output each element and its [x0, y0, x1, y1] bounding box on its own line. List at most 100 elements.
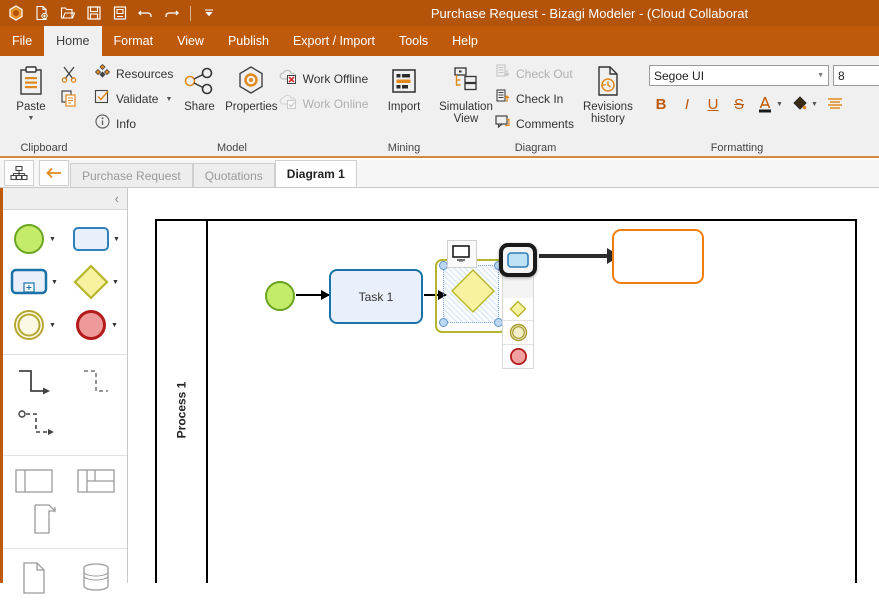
new-document-icon[interactable]	[30, 2, 54, 24]
font-color-button[interactable]	[753, 92, 777, 116]
properties-icon	[234, 63, 268, 99]
cut-button[interactable]	[58, 64, 80, 84]
italic-button[interactable]: I	[675, 92, 699, 116]
gateway-1[interactable]	[451, 269, 495, 313]
model-group-label: Model	[217, 141, 247, 154]
message-flow-connector[interactable]	[69, 367, 123, 401]
end-event-shape[interactable]: ▼	[69, 308, 123, 342]
tab-export-import[interactable]: Export / Import	[281, 26, 387, 56]
gateway-shape[interactable]: ▼	[69, 264, 123, 300]
work-offline-button[interactable]: Work Offline	[279, 68, 370, 90]
doc-tab-purchase-request[interactable]: Purchase Request	[70, 163, 193, 187]
start-event-shape[interactable]: ▼	[7, 222, 61, 256]
task-shape[interactable]: ▼	[69, 224, 123, 254]
open-document-icon[interactable]	[56, 2, 80, 24]
diagram-canvas[interactable]: Process 1 Task 1	[129, 188, 879, 583]
palette-section-containers	[3, 456, 127, 549]
comments-button[interactable]: Comments	[494, 113, 583, 135]
redo-icon[interactable]	[160, 2, 184, 24]
tab-tools[interactable]: Tools	[387, 26, 440, 56]
align-text-button[interactable]	[823, 92, 847, 116]
simulation-view-button[interactable]: Simulation View	[438, 60, 494, 125]
tab-view[interactable]: View	[165, 26, 216, 56]
properties-button[interactable]: Properties	[224, 60, 279, 113]
intermediate-event-caret-icon[interactable]: ▼	[49, 322, 56, 329]
fill-color-caret-icon[interactable]: ▼	[811, 101, 818, 108]
sequence-flow-1[interactable]	[296, 290, 330, 300]
collapse-palette-icon[interactable]: ‹	[115, 191, 119, 206]
check-in-button[interactable]: Check In	[494, 88, 583, 110]
paste-button[interactable]: Paste ▼	[6, 60, 56, 122]
picker-end-event-option[interactable]	[503, 344, 533, 368]
validate-caret-icon[interactable]: ▼	[165, 96, 172, 103]
end-event-caret-icon[interactable]: ▼	[111, 322, 118, 329]
back-button[interactable]	[39, 160, 69, 186]
task-1-label: Task 1	[358, 289, 394, 304]
import-icon	[389, 63, 419, 99]
revisions-history-icon	[594, 63, 622, 99]
work-offline-label: Work Offline	[302, 72, 369, 86]
tab-help[interactable]: Help	[440, 26, 490, 56]
tab-format[interactable]: Format	[102, 26, 166, 56]
copy-button[interactable]	[58, 88, 80, 108]
pool-shape[interactable]	[7, 468, 61, 494]
simulation-view-icon	[449, 63, 483, 99]
tab-publish[interactable]: Publish	[216, 26, 281, 56]
validate-button[interactable]: Validate ▼	[94, 88, 175, 110]
fill-color-button[interactable]	[788, 92, 812, 116]
ribbon: Paste ▼ Clipboard Resources Validate ▼ I…	[0, 56, 879, 158]
doc-tab-quotations[interactable]: Quotations	[192, 163, 275, 187]
lane-header[interactable]: Process 1	[157, 221, 208, 583]
share-label: Share	[184, 101, 215, 113]
chevron-down-icon[interactable]	[197, 2, 221, 24]
lane-shape[interactable]	[69, 468, 123, 494]
start-event[interactable]	[265, 281, 295, 311]
share-button[interactable]: Share	[175, 60, 224, 113]
app-logo-icon[interactable]	[4, 2, 28, 24]
start-event-caret-icon[interactable]: ▼	[49, 236, 56, 243]
subprocess-caret-icon[interactable]: ▼	[51, 279, 58, 286]
picker-task-option[interactable]	[499, 243, 537, 277]
work-offline-icon	[279, 68, 298, 90]
tab-home[interactable]: Home	[44, 26, 102, 56]
annotation-shape[interactable]	[19, 502, 73, 536]
chevron-down-icon[interactable]: ▼	[817, 72, 824, 79]
resources-button[interactable]: Resources	[94, 63, 175, 85]
gateway-caret-icon[interactable]: ▼	[112, 279, 119, 286]
font-color-caret-icon[interactable]: ▼	[776, 101, 783, 108]
task-1[interactable]: Task 1	[329, 269, 423, 324]
font-family-select[interactable]: Segoe UI ▼	[649, 65, 829, 86]
data-object-shape[interactable]	[7, 561, 61, 595]
strikethrough-button[interactable]: S	[727, 92, 751, 116]
ribbon-group-diagram: Simulation View Check Out Check In Comme…	[432, 56, 639, 156]
doc-tab-diagram-1[interactable]: Diagram 1	[274, 160, 357, 187]
shape-palette: ‹ ▼ ▼ ▼ ▼ ▼ ▼	[0, 188, 128, 594]
save-icon[interactable]	[82, 2, 106, 24]
revisions-history-button[interactable]: Revisions history	[583, 60, 633, 125]
resize-handle-sw[interactable]	[439, 318, 448, 327]
paste-label: Paste	[16, 101, 46, 113]
info-button[interactable]: Info	[94, 113, 175, 135]
tab-file[interactable]: File	[0, 26, 44, 56]
paste-caret-icon[interactable]: ▼	[28, 115, 35, 122]
underline-button[interactable]: U	[701, 92, 725, 116]
undo-icon[interactable]	[134, 2, 158, 24]
diagram-view-button[interactable]	[4, 160, 34, 186]
picker-gateway-option[interactable]	[503, 298, 533, 322]
save-as-icon[interactable]	[108, 2, 132, 24]
title-bar: Purchase Request - Bizagi Modeler - (Clo…	[0, 0, 879, 26]
bold-button[interactable]: B	[649, 92, 673, 116]
pool[interactable]: Process 1 Task 1	[155, 219, 857, 583]
font-size-input[interactable]: 8	[833, 65, 879, 86]
import-button[interactable]: Import	[382, 60, 426, 113]
quick-access-toolbar	[0, 2, 221, 24]
association-connector[interactable]	[15, 409, 69, 443]
intermediate-event-shape[interactable]: ▼	[7, 308, 61, 342]
quick-shape-picker[interactable]	[502, 271, 534, 369]
picker-intermediate-event-option[interactable]	[503, 321, 533, 345]
subprocess-shape[interactable]: ▼	[7, 267, 61, 297]
task-caret-icon[interactable]: ▼	[113, 236, 120, 243]
data-store-shape[interactable]	[69, 561, 123, 595]
ghost-task-placeholder[interactable]	[612, 229, 704, 284]
sequence-flow-connector[interactable]	[7, 367, 61, 401]
